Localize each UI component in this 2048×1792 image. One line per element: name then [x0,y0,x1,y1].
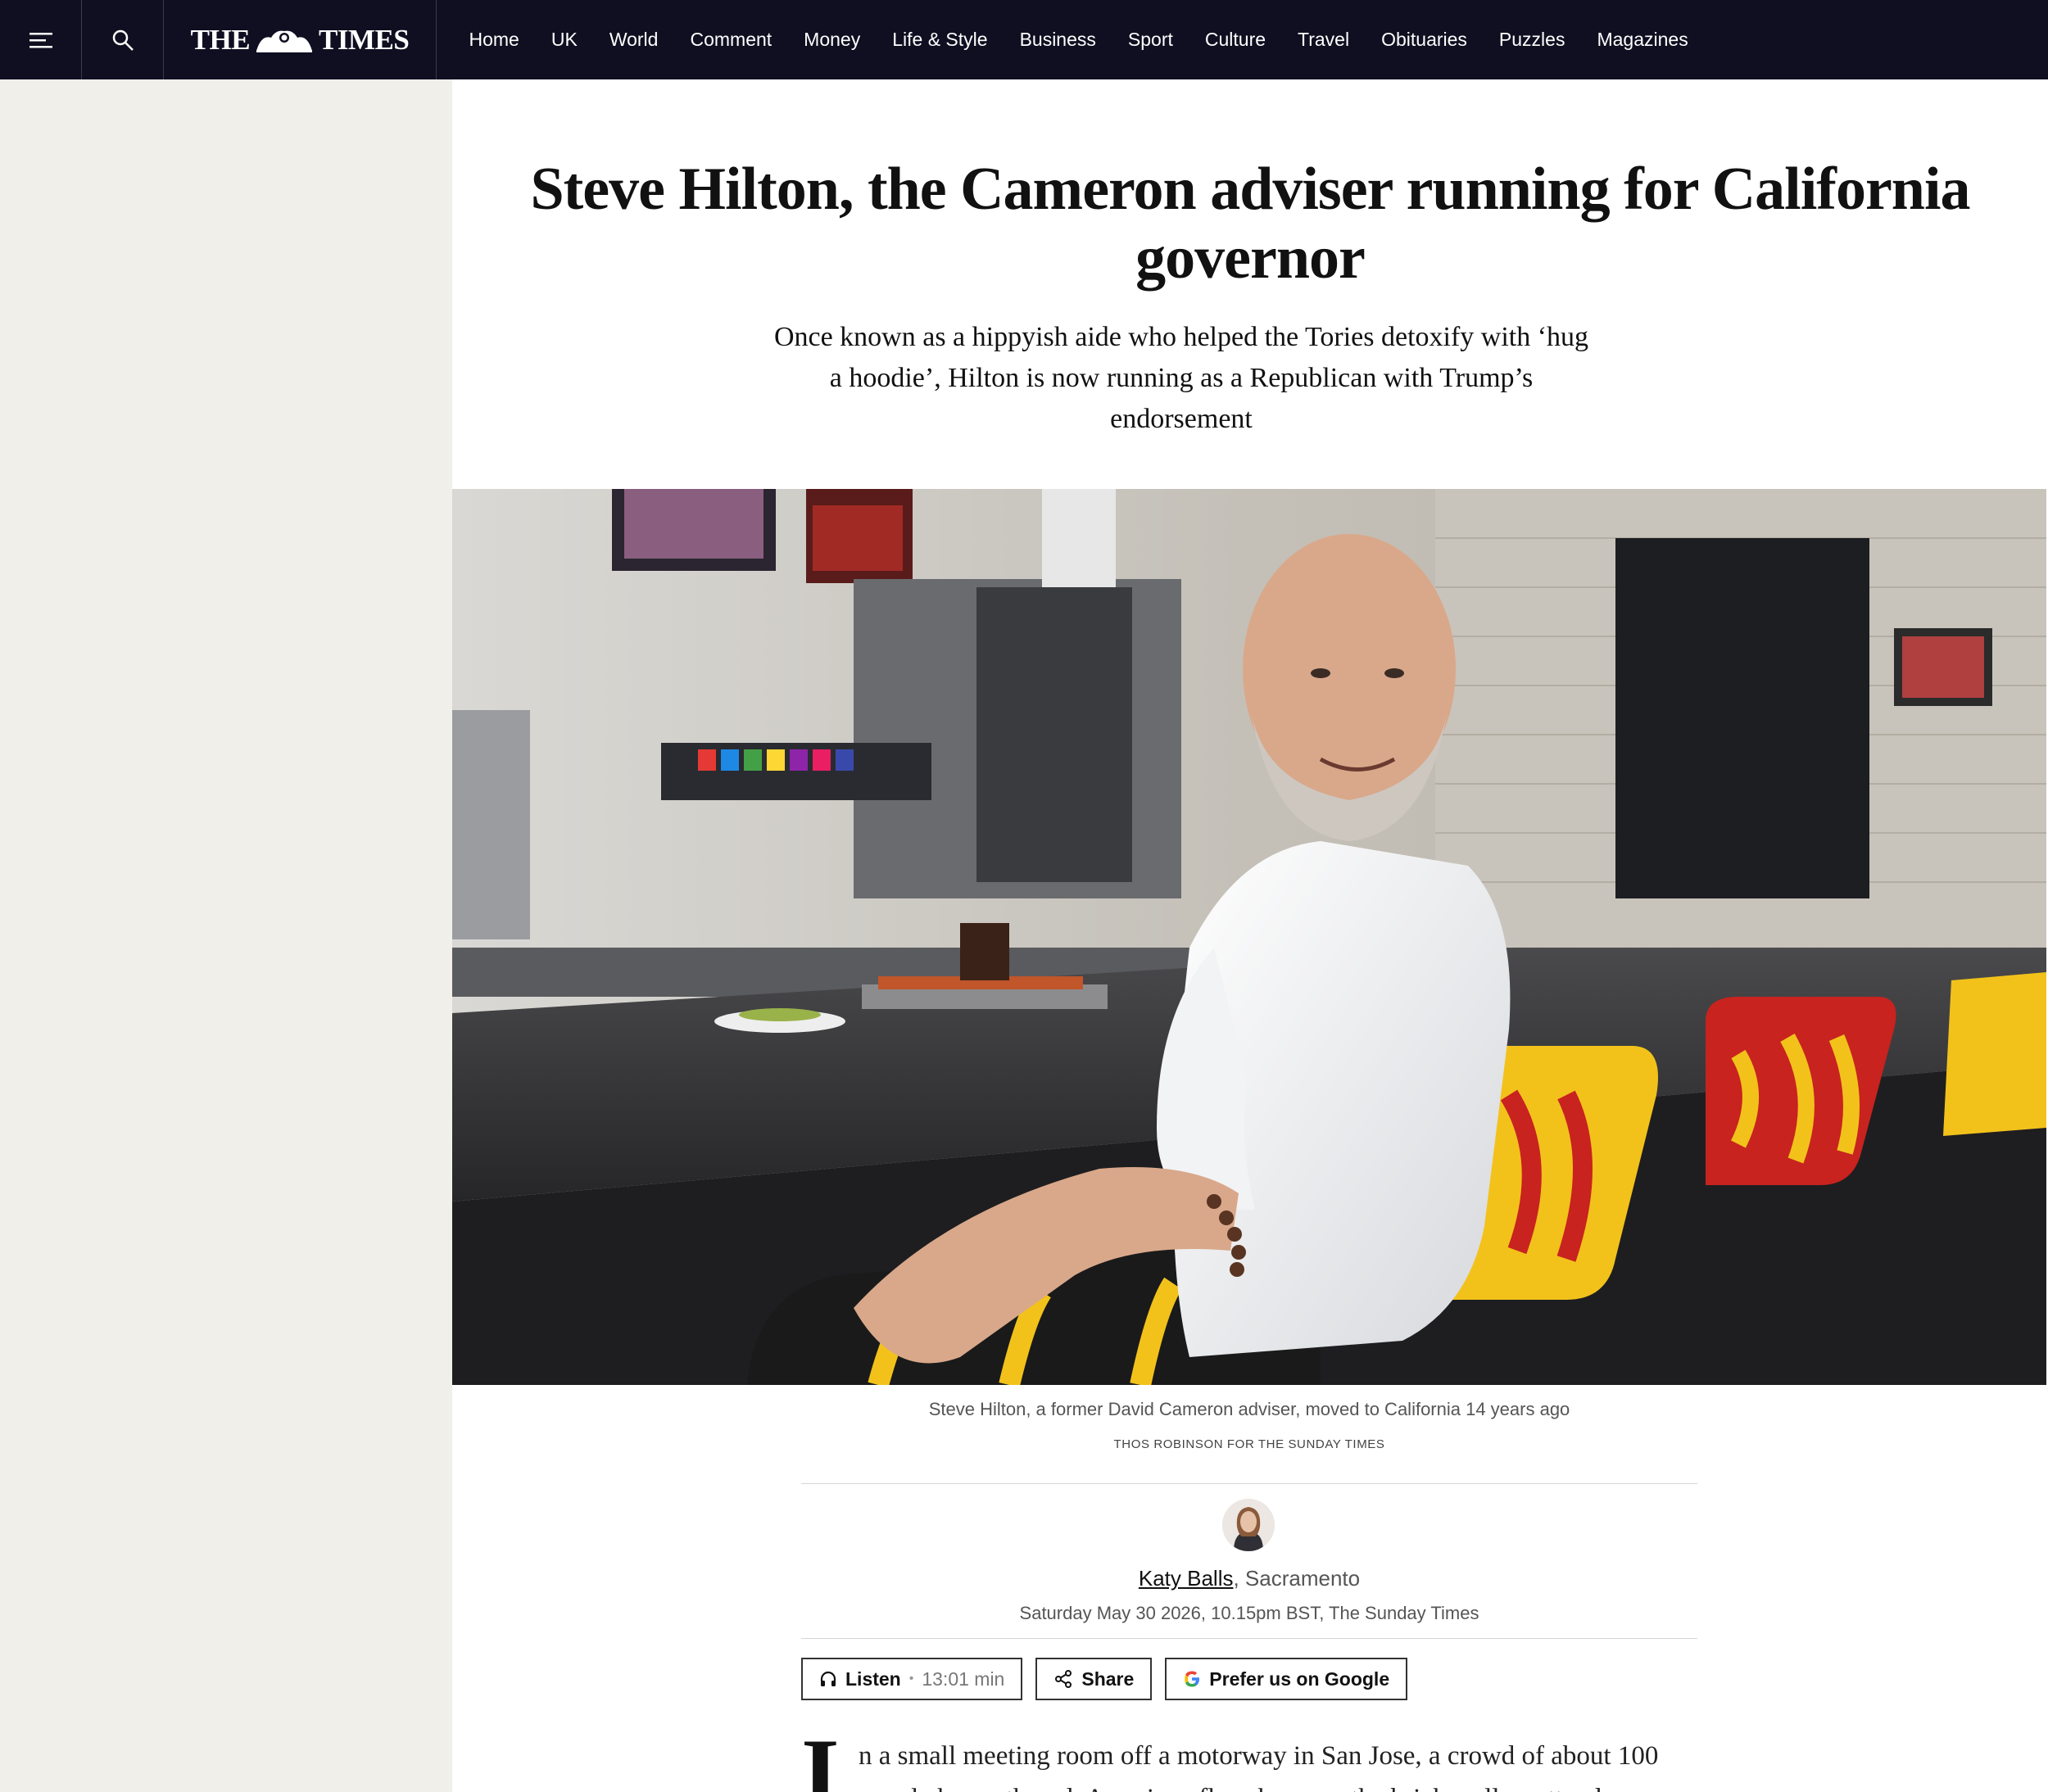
site-logo[interactable]: THE TIMES [164,0,437,79]
dateline: Saturday May 30 2026, 10.15pm BST, The S… [1019,1603,1479,1623]
share-icon [1055,1670,1072,1688]
image-caption: Steve Hilton, a former David Cameron adv… [928,1399,1570,1419]
hero-image[interactable] [452,489,2046,1385]
nav-item-money[interactable]: Money [788,29,877,51]
byline-location: , Sacramento [1233,1566,1361,1591]
author-avatar[interactable] [1222,1499,1275,1551]
byline: Katy Balls, Sacramento [452,1566,2046,1591]
nav-item-comment[interactable]: Comment [674,29,788,51]
listen-label: Listen [845,1668,901,1690]
nav-item-travel[interactable]: Travel [1282,29,1366,51]
author-link[interactable]: Katy Balls [1139,1566,1234,1591]
menu-icon [29,32,52,48]
crest-icon [256,30,313,52]
nav-item-sport[interactable]: Sport [1112,29,1189,51]
divider-top [801,1483,1697,1484]
nav-item-puzzles[interactable]: Puzzles [1483,29,1581,51]
nav-item-business[interactable]: Business [1004,29,1112,51]
body-line-2: people has gathered. American flags hang… [859,1777,1710,1792]
body-line-1: n a small meeting room off a motorway in… [859,1741,1659,1771]
nav-item-uk[interactable]: UK [535,29,593,51]
logo-text-times: TIMES [319,23,410,56]
prefer-google-button[interactable]: Prefer us on Google [1165,1658,1408,1700]
listen-duration: 13:01 min [922,1668,1005,1690]
divider-bottom [801,1638,1697,1639]
logo-text-the: THE [190,23,251,56]
listen-button[interactable]: Listen • 13:01 min [801,1658,1023,1700]
headphones-icon [820,1671,836,1686]
top-navigation-bar: THE TIMES Home UK World Comment Money Li… [0,0,2048,79]
search-button[interactable] [82,0,164,79]
share-label: Share [1081,1668,1135,1690]
nav-item-home[interactable]: Home [453,29,535,51]
nav-item-culture[interactable]: Culture [1189,29,1281,51]
google-label: Prefer us on Google [1209,1668,1390,1690]
nav-item-world[interactable]: World [593,29,674,51]
share-button[interactable]: Share [1035,1658,1153,1700]
drop-cap: I [801,1718,840,1792]
image-credit: THOS ROBINSON FOR THE SUNDAY TIMES [1113,1437,1385,1451]
menu-button[interactable] [0,0,82,79]
author-portrait [1222,1499,1275,1551]
left-sidebar [0,79,452,1792]
nav-item-life-style[interactable]: Life & Style [877,29,1004,51]
article-body: n a small meeting room off a motorway in… [859,1735,1710,1792]
nav-item-magazines[interactable]: Magazines [1581,29,1704,51]
google-icon [1185,1671,1200,1687]
article-standfirst: Once known as a hippyish aide who helped… [773,322,1589,434]
article-actions: Listen • 13:01 min Share Prefer us on Go… [801,1658,1408,1700]
nav-item-obituaries[interactable]: Obituaries [1366,29,1484,51]
listen-separator: • [908,1672,914,1686]
article-headline: Steve Hilton, the Cameron adviser runnin… [530,156,1971,292]
diner-photo [452,489,2046,1385]
search-icon [112,29,134,51]
section-nav: Home UK World Comment Money Life & Style… [437,0,1704,79]
